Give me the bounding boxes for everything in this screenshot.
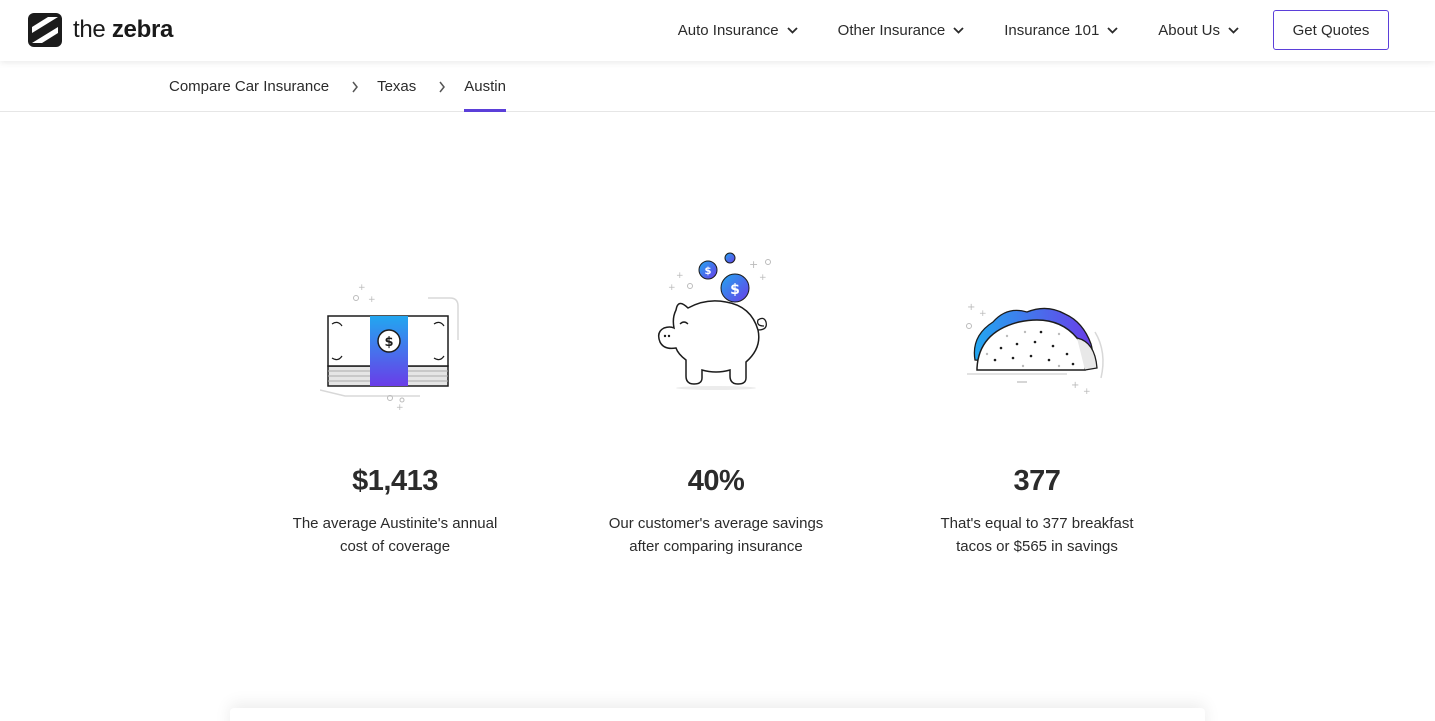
breadcrumb-bar: Compare Car Insurance Texas Austin xyxy=(0,61,1435,112)
piggy-bank-icon: $ $ + + + + xyxy=(657,252,771,390)
svg-text:$: $ xyxy=(384,335,393,350)
chevron-right-icon xyxy=(439,81,446,92)
svg-text:+: + xyxy=(759,273,767,283)
nav-insurance-101[interactable]: Insurance 101 xyxy=(1004,22,1118,39)
stat-description: That's equal to 377 breakfast tacos or $… xyxy=(940,515,1134,555)
chevron-down-icon xyxy=(1107,27,1118,34)
stat-value: 40% xyxy=(687,465,745,497)
breadcrumb-texas[interactable]: Texas xyxy=(377,61,416,112)
nav-auto-insurance[interactable]: Auto Insurance xyxy=(678,22,798,39)
chevron-right-icon xyxy=(352,81,359,92)
svg-text:$: $ xyxy=(730,282,740,298)
site-header: the zebra Auto Insurance Other Insurance… xyxy=(0,0,1435,61)
stat-description: The average Austinite's annual cost of c… xyxy=(292,515,498,555)
svg-text:+: + xyxy=(358,283,366,293)
svg-text:+: + xyxy=(1071,380,1079,391)
nav-other-insurance[interactable]: Other Insurance xyxy=(838,22,965,39)
svg-text:$: $ xyxy=(705,266,712,277)
content-card xyxy=(230,708,1205,721)
svg-text:+: + xyxy=(396,403,404,410)
svg-text:+: + xyxy=(979,309,987,319)
zebra-logo-icon xyxy=(28,13,62,47)
svg-text:+: + xyxy=(668,283,676,293)
nav-about-us[interactable]: About Us xyxy=(1158,22,1239,39)
svg-text:+: + xyxy=(967,302,975,313)
breadcrumb-compare-car-insurance[interactable]: Compare Car Insurance xyxy=(169,61,329,112)
taco-icon: + + + + xyxy=(966,302,1104,397)
svg-text:+: + xyxy=(749,258,758,271)
breadcrumb-austin[interactable]: Austin xyxy=(464,61,506,112)
logo-wordmark: the zebra xyxy=(73,16,174,43)
stat-value: $1,413 xyxy=(352,465,438,497)
logo[interactable]: the zebra xyxy=(28,13,173,47)
get-quotes-button[interactable]: Get Quotes xyxy=(1273,10,1389,50)
money-stack-icon: + + + $ xyxy=(320,283,459,410)
chevron-down-icon xyxy=(953,27,964,34)
stat-value: 377 xyxy=(1013,465,1061,497)
stat-description: Our customer's average savings after com… xyxy=(608,515,824,555)
svg-text:+: + xyxy=(676,271,684,281)
svg-text:+: + xyxy=(1083,387,1091,397)
svg-text:+: + xyxy=(368,295,376,305)
chevron-down-icon xyxy=(787,27,798,34)
breadcrumb: Compare Car Insurance Texas Austin xyxy=(169,61,506,112)
main-nav: Auto Insurance Other Insurance Insurance… xyxy=(678,0,1239,61)
chevron-down-icon xyxy=(1228,27,1239,34)
